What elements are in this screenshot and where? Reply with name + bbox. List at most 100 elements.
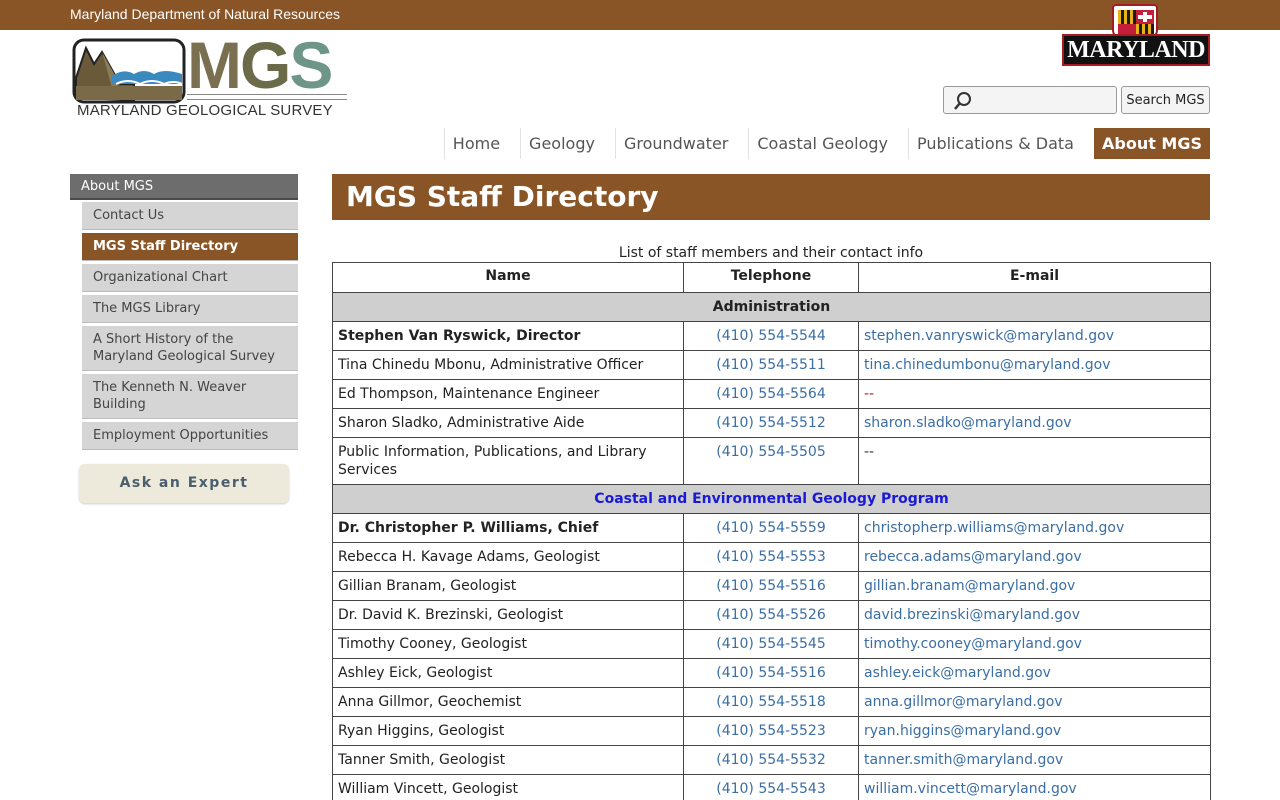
mountain-wave-icon bbox=[72, 38, 186, 104]
column-header-telephone: Telephone bbox=[683, 262, 859, 293]
table-row: Timothy Cooney, Geologist (410) 554-5545… bbox=[332, 629, 1211, 659]
nav-coastal-geology[interactable]: Coastal Geology bbox=[748, 128, 896, 159]
staff-name: Tina Chinedu Mbonu, Administrative Offic… bbox=[332, 350, 684, 380]
table-header-row: Name Telephone E-mail bbox=[332, 262, 1211, 293]
sidebar-item-weaver-building[interactable]: The Kenneth N. Weaver Building bbox=[82, 374, 298, 419]
staff-email[interactable]: ashley.eick@maryland.gov bbox=[858, 658, 1211, 688]
logo-subtitle: MARYLAND GEOLOGICAL SURVEY bbox=[77, 102, 333, 119]
table-row: Tina Chinedu Mbonu, Administrative Offic… bbox=[332, 350, 1211, 380]
staff-name: Dr. Christopher P. Williams, Chief bbox=[332, 513, 684, 543]
staff-email: -- bbox=[858, 437, 1211, 485]
table-row: Ed Thompson, Maintenance Engineer (410) … bbox=[332, 379, 1211, 409]
staff-email[interactable]: tanner.smith@maryland.gov bbox=[858, 745, 1211, 775]
sidebar-item-contact-us[interactable]: Contact Us bbox=[82, 202, 298, 230]
table-row: Dr. David K. Brezinski, Geologist (410) … bbox=[332, 600, 1211, 630]
nav-publications-data[interactable]: Publications & Data bbox=[907, 128, 1082, 159]
search-icon bbox=[954, 92, 971, 110]
staff-phone[interactable]: (410) 554-5505 bbox=[683, 437, 859, 485]
staff-email[interactable]: william.vincett@maryland.gov bbox=[858, 774, 1211, 800]
staff-email[interactable]: stephen.vanryswick@maryland.gov bbox=[858, 321, 1211, 351]
staff-table: Name Telephone E-mail Administration Ste… bbox=[332, 262, 1211, 800]
table-row: Rebecca H. Kavage Adams, Geologist (410)… bbox=[332, 542, 1211, 572]
sidebar: About MGS Contact Us MGS Staff Directory… bbox=[70, 174, 298, 453]
table-caption: List of staff members and their contact … bbox=[618, 245, 924, 261]
sidebar-heading[interactable]: About MGS bbox=[70, 174, 298, 200]
staff-name: Ryan Higgins, Geologist bbox=[332, 716, 684, 746]
section-row: Coastal and Environmental Geology Progra… bbox=[332, 484, 1211, 514]
staff-email[interactable]: christopherp.williams@maryland.gov bbox=[858, 513, 1211, 543]
search-button[interactable]: Search MGS bbox=[1121, 86, 1210, 114]
staff-phone[interactable]: (410) 554-5511 bbox=[683, 350, 859, 380]
agency-link[interactable]: Maryland Department of Natural Resources bbox=[70, 6, 340, 22]
table-row: Public Information, Publications, and Li… bbox=[332, 437, 1211, 485]
mgs-wordmark: MGS bbox=[187, 28, 333, 102]
staff-email[interactable]: david.brezinski@maryland.gov bbox=[858, 600, 1211, 630]
table-row: Tanner Smith, Geologist (410) 554-5532 t… bbox=[332, 745, 1211, 775]
staff-name: Anna Gillmor, Geochemist bbox=[332, 687, 684, 717]
column-header-email: E-mail bbox=[858, 262, 1211, 293]
staff-email[interactable]: gillian.branam@maryland.gov bbox=[858, 571, 1211, 601]
nav-home[interactable]: Home bbox=[443, 128, 508, 159]
staff-phone[interactable]: (410) 554-5532 bbox=[683, 745, 859, 775]
table-row: Anna Gillmor, Geochemist (410) 554-5518 … bbox=[332, 687, 1211, 717]
staff-phone[interactable]: (410) 554-5526 bbox=[683, 600, 859, 630]
section-title: Administration bbox=[332, 292, 1211, 322]
staff-phone[interactable]: (410) 554-5564 bbox=[683, 379, 859, 409]
staff-email[interactable]: ryan.higgins@maryland.gov bbox=[858, 716, 1211, 746]
staff-name: Gillian Branam, Geologist bbox=[332, 571, 684, 601]
sidebar-item-staff-directory[interactable]: MGS Staff Directory bbox=[82, 233, 298, 261]
staff-phone[interactable]: (410) 554-5516 bbox=[683, 658, 859, 688]
staff-phone[interactable]: (410) 554-5523 bbox=[683, 716, 859, 746]
staff-name: William Vincett, Geologist bbox=[332, 774, 684, 800]
section-title-link[interactable]: Coastal and Environmental Geology Progra… bbox=[332, 484, 1211, 514]
staff-phone[interactable]: (410) 554-5518 bbox=[683, 687, 859, 717]
sidebar-item-history[interactable]: A Short History of the Maryland Geologic… bbox=[82, 326, 298, 371]
main-nav: Home Geology Groundwater Coastal Geology… bbox=[432, 128, 1210, 159]
nav-about-mgs[interactable]: About MGS bbox=[1093, 128, 1210, 159]
staff-email[interactable]: timothy.cooney@maryland.gov bbox=[858, 629, 1211, 659]
search-field[interactable] bbox=[943, 86, 1117, 114]
staff-name: Stephen Van Ryswick, Director bbox=[332, 321, 684, 351]
staff-name: Dr. David K. Brezinski, Geologist bbox=[332, 600, 684, 630]
staff-email[interactable]: anna.gillmor@maryland.gov bbox=[858, 687, 1211, 717]
table-row: Ryan Higgins, Geologist (410) 554-5523 r… bbox=[332, 716, 1211, 746]
maryland-logo[interactable]: MARYLAND bbox=[1062, 4, 1210, 66]
staff-phone[interactable]: (410) 554-5544 bbox=[683, 321, 859, 351]
staff-name: Timothy Cooney, Geologist bbox=[332, 629, 684, 659]
staff-phone[interactable]: (410) 554-5543 bbox=[683, 774, 859, 800]
column-header-name: Name bbox=[332, 262, 684, 293]
table-row: Gillian Branam, Geologist (410) 554-5516… bbox=[332, 571, 1211, 601]
staff-phone[interactable]: (410) 554-5553 bbox=[683, 542, 859, 572]
search-input[interactable] bbox=[976, 89, 1112, 111]
table-row: Ashley Eick, Geologist (410) 554-5516 as… bbox=[332, 658, 1211, 688]
staff-email[interactable]: tina.chinedumbonu@maryland.gov bbox=[858, 350, 1211, 380]
staff-name: Ed Thompson, Maintenance Engineer bbox=[332, 379, 684, 409]
staff-name: Rebecca H. Kavage Adams, Geologist bbox=[332, 542, 684, 572]
staff-name: Ashley Eick, Geologist bbox=[332, 658, 684, 688]
staff-phone[interactable]: (410) 554-5516 bbox=[683, 571, 859, 601]
sidebar-item-employment[interactable]: Employment Opportunities bbox=[82, 422, 298, 450]
logo-rule bbox=[187, 94, 347, 100]
staff-phone[interactable]: (410) 554-5512 bbox=[683, 408, 859, 438]
staff-email[interactable]: sharon.sladko@maryland.gov bbox=[858, 408, 1211, 438]
sidebar-item-library[interactable]: The MGS Library bbox=[82, 295, 298, 323]
table-row: Stephen Van Ryswick, Director (410) 554-… bbox=[332, 321, 1211, 351]
staff-name: Public Information, Publications, and Li… bbox=[332, 437, 684, 485]
table-row: Dr. Christopher P. Williams, Chief (410)… bbox=[332, 513, 1211, 543]
main-content: MGS Staff Directory List of staff member… bbox=[332, 174, 1211, 800]
staff-phone[interactable]: (410) 554-5545 bbox=[683, 629, 859, 659]
table-row: Sharon Sladko, Administrative Aide (410)… bbox=[332, 408, 1211, 438]
maryland-wordmark: MARYLAND bbox=[1062, 34, 1210, 66]
nav-geology[interactable]: Geology bbox=[520, 128, 603, 159]
staff-phone[interactable]: (410) 554-5559 bbox=[683, 513, 859, 543]
section-row: Administration bbox=[332, 292, 1211, 322]
staff-email[interactable]: rebecca.adams@maryland.gov bbox=[858, 542, 1211, 572]
page-title: MGS Staff Directory bbox=[332, 174, 1210, 220]
table-row: William Vincett, Geologist (410) 554-554… bbox=[332, 774, 1211, 800]
sidebar-item-org-chart[interactable]: Organizational Chart bbox=[82, 264, 298, 292]
sidebar-list: Contact Us MGS Staff Directory Organizat… bbox=[82, 202, 298, 450]
staff-name: Tanner Smith, Geologist bbox=[332, 745, 684, 775]
mgs-logo[interactable]: MGS MARYLAND GEOLOGICAL SURVEY bbox=[72, 32, 347, 122]
ask-an-expert-button[interactable]: Ask an Expert bbox=[79, 464, 289, 503]
nav-groundwater[interactable]: Groundwater bbox=[614, 128, 736, 159]
